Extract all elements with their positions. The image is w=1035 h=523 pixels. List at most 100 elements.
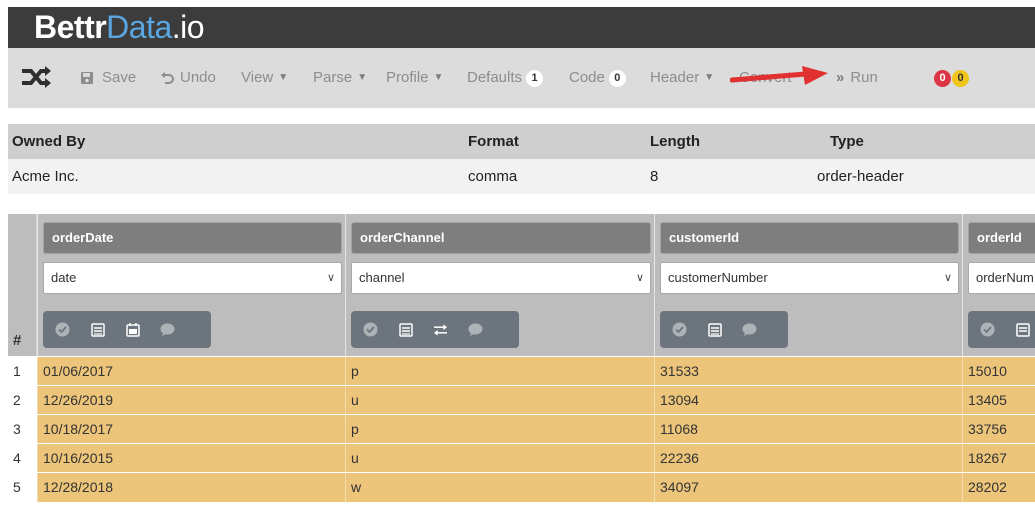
column-actions: [351, 311, 519, 348]
table-cell[interactable]: 28202: [962, 473, 1035, 502]
table-cell[interactable]: 13094: [654, 386, 962, 415]
table-cell[interactable]: u: [345, 386, 654, 415]
code-button[interactable]: Code 0: [569, 68, 626, 88]
chevron-down-icon: ∨: [635, 272, 644, 284]
row-number: 2: [8, 386, 37, 415]
annotation-arrow-icon: [730, 66, 828, 85]
table-cell[interactable]: 22236: [654, 444, 962, 473]
brand-logo: BettrData.io: [34, 8, 205, 46]
brand-part-2: Data: [106, 9, 172, 45]
column-type-select[interactable]: channel ∨: [351, 262, 651, 294]
table-cell[interactable]: 34097: [654, 473, 962, 502]
table-cell[interactable]: 11068: [654, 415, 962, 444]
view-label: View: [241, 69, 274, 86]
table-cell[interactable]: 10/18/2017: [37, 415, 345, 444]
table-cell[interactable]: 33756: [962, 415, 1035, 444]
save-label: Save: [102, 69, 137, 86]
table-list-icon[interactable]: [1015, 322, 1030, 337]
brand-bar: BettrData.io: [8, 7, 1035, 48]
save-button[interactable]: Save: [80, 68, 136, 88]
column-actions: [660, 311, 788, 348]
brand-part-1: Bettr: [34, 9, 107, 45]
format-header: Format: [468, 133, 519, 150]
column-type-value: channel: [359, 270, 405, 285]
row-number: 4: [8, 444, 37, 473]
exchange-arrows-icon[interactable]: [433, 322, 448, 337]
table-list-icon[interactable]: [90, 322, 105, 337]
length-value: 8: [650, 168, 659, 185]
caret-down-icon: ▼: [433, 72, 444, 83]
undo-button[interactable]: Undo: [160, 68, 216, 88]
table-list-icon[interactable]: [707, 322, 722, 337]
chevron-down-icon: ∨: [326, 272, 335, 284]
status-badges[interactable]: 00: [934, 68, 969, 88]
profile-label: Profile: [386, 69, 429, 86]
check-circle-icon[interactable]: [363, 322, 378, 337]
undo-label: Undo: [180, 69, 216, 86]
double-chevron-right-icon: »: [836, 69, 845, 86]
file-info-table: Owned By Format Length Type Acme Inc. co…: [8, 124, 1035, 196]
table-cell[interactable]: p: [345, 357, 654, 386]
comment-icon[interactable]: [160, 322, 175, 337]
column-header-orderid: orderId orderNum: [962, 214, 1035, 356]
data-grid: # orderDate date ∨ orderChannel channel …: [8, 214, 1035, 523]
defaults-button[interactable]: Defaults 1: [467, 68, 544, 88]
column-name-box[interactable]: orderDate: [43, 222, 342, 254]
header-menu[interactable]: Header ▼: [650, 68, 714, 88]
table-cell[interactable]: 12/28/2018: [37, 473, 345, 502]
table-row[interactable]: 2 12/26/2019 u 13094 13405: [8, 385, 1035, 415]
table-row[interactable]: 1 01/06/2017 p 31533 15010: [8, 356, 1035, 386]
comment-icon[interactable]: [742, 322, 757, 337]
check-circle-icon[interactable]: [980, 322, 995, 337]
column-type-value: customerNumber: [668, 270, 768, 285]
comment-icon[interactable]: [468, 322, 483, 337]
table-cell[interactable]: 15010: [962, 357, 1035, 386]
parse-menu[interactable]: Parse ▼: [313, 68, 367, 88]
table-cell[interactable]: 01/06/2017: [37, 357, 345, 386]
row-number-header: #: [13, 332, 22, 349]
column-header-orderchannel: orderChannel channel ∨: [345, 214, 654, 356]
view-menu[interactable]: View ▼: [241, 68, 288, 88]
warning-count-badge: 0: [952, 69, 969, 87]
row-number: 3: [8, 415, 37, 444]
defaults-label: Defaults: [467, 69, 523, 86]
column-header-orderdate: orderDate date ∨: [37, 214, 345, 356]
run-button[interactable]: » Run: [836, 68, 878, 88]
error-count-badge: 0: [934, 69, 951, 87]
table-cell[interactable]: 10/16/2015: [37, 444, 345, 473]
chevron-down-icon: ∨: [943, 272, 952, 284]
table-cell[interactable]: w: [345, 473, 654, 502]
code-label: Code: [569, 69, 605, 86]
table-cell[interactable]: 18267: [962, 444, 1035, 473]
table-cell[interactable]: 31533: [654, 357, 962, 386]
column-type-select[interactable]: orderNum: [968, 262, 1035, 294]
table-row[interactable]: 5 12/28/2018 w 34097 28202: [8, 472, 1035, 502]
table-cell[interactable]: 13405: [962, 386, 1035, 415]
column-name-box[interactable]: customerId: [660, 222, 959, 254]
run-label: Run: [850, 69, 878, 86]
column-type-value: date: [51, 270, 77, 285]
table-cell[interactable]: 12/26/2019: [37, 386, 345, 415]
column-name-box[interactable]: orderChannel: [351, 222, 651, 254]
profile-menu[interactable]: Profile ▼: [386, 68, 443, 88]
length-header: Length: [650, 133, 700, 150]
table-cell[interactable]: p: [345, 415, 654, 444]
table-row[interactable]: 4 10/16/2015 u 22236 18267: [8, 443, 1035, 473]
table-list-icon[interactable]: [398, 322, 413, 337]
calendar-icon[interactable]: [125, 322, 140, 337]
column-name-box[interactable]: orderId: [968, 222, 1035, 254]
app: BettrData.io Save Undo View ▼ Parse ▼ Pr…: [0, 0, 1035, 523]
table-cell[interactable]: u: [345, 444, 654, 473]
type-value: order-header: [817, 168, 904, 185]
shuffle-icon[interactable]: [22, 64, 52, 90]
toolbar: Save Undo View ▼ Parse ▼ Profile ▼ Defaults…: [8, 48, 1035, 108]
table-row[interactable]: 3 10/18/2017 p 11068 33756: [8, 414, 1035, 444]
owned-by-value: Acme Inc.: [12, 168, 79, 185]
check-circle-icon[interactable]: [672, 322, 687, 337]
check-circle-icon[interactable]: [55, 322, 70, 337]
brand-part-3: .io: [171, 9, 205, 45]
column-actions: [43, 311, 211, 348]
column-actions: [968, 311, 1035, 348]
column-type-select[interactable]: customerNumber ∨: [660, 262, 959, 294]
column-type-select[interactable]: date ∨: [43, 262, 342, 294]
